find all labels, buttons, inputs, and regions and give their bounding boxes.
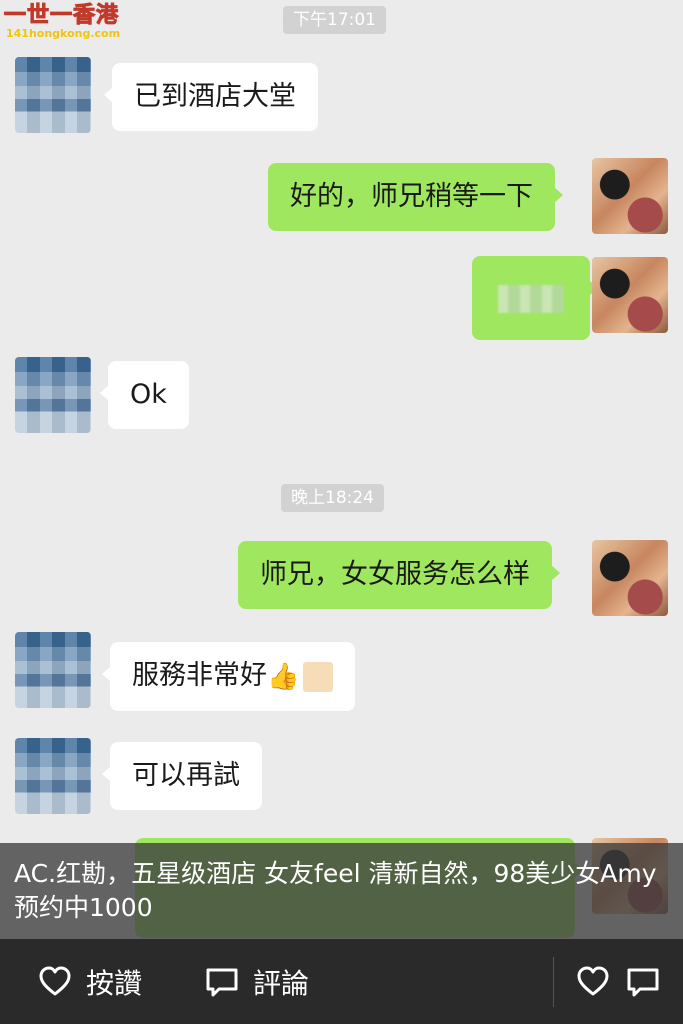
comment-icon xyxy=(627,968,659,996)
comment-button[interactable]: 評論 xyxy=(205,939,309,1024)
received-message-bubble[interactable]: 可以再試 xyxy=(102,742,262,810)
received-message-bubble[interactable]: Ok xyxy=(100,361,189,429)
comment-icon-button[interactable] xyxy=(626,939,660,1024)
post-caption: AC.红勘，五星级酒店 女友feel 清新自然，98美少女Amy 预约中1000 xyxy=(0,843,683,939)
watermark-logo: 一世一香港 141hongkong.com xyxy=(3,3,121,40)
watermark-site: 141hongkong.com xyxy=(6,27,121,40)
like-label: 按讚 xyxy=(86,966,143,1000)
thumbs-up-emoji-icon: 👍 xyxy=(267,661,300,692)
received-message-bubble[interactable]: 服務非常好👍 xyxy=(101,642,356,711)
contact-avatar[interactable] xyxy=(15,57,91,133)
sent-message-bubble[interactable]: 师兄，女女服务怎么样 xyxy=(238,541,560,609)
sent-message-bubble-redacted[interactable] xyxy=(472,256,598,340)
message-text: 服務非常好 xyxy=(132,660,267,691)
redacted-content xyxy=(498,284,564,313)
my-avatar[interactable] xyxy=(592,540,668,616)
like-icon-button[interactable] xyxy=(576,939,610,1024)
received-message-bubble[interactable]: 已到酒店大堂 xyxy=(104,63,318,131)
comment-label: 評論 xyxy=(253,966,310,1000)
comment-icon xyxy=(206,968,238,996)
sent-message-bubble[interactable]: 好的，师兄稍等一下 xyxy=(268,163,563,231)
my-avatar[interactable] xyxy=(592,257,668,333)
action-bar: 按讚 評論 xyxy=(0,939,683,1024)
divider xyxy=(553,957,554,1007)
watermark-title: 一世一香港 xyxy=(3,3,120,28)
emoji-placeholder-icon xyxy=(303,661,334,692)
contact-avatar[interactable] xyxy=(15,357,91,433)
my-avatar[interactable] xyxy=(592,158,668,234)
heart-icon xyxy=(39,966,71,995)
timestamp-chip: 下午17:01 xyxy=(283,6,386,34)
timestamp-chip: 晚上18:24 xyxy=(281,484,384,512)
like-button[interactable]: 按讚 xyxy=(38,939,142,1024)
heart-icon xyxy=(577,966,609,995)
contact-avatar[interactable] xyxy=(15,632,91,708)
contact-avatar[interactable] xyxy=(15,738,91,814)
